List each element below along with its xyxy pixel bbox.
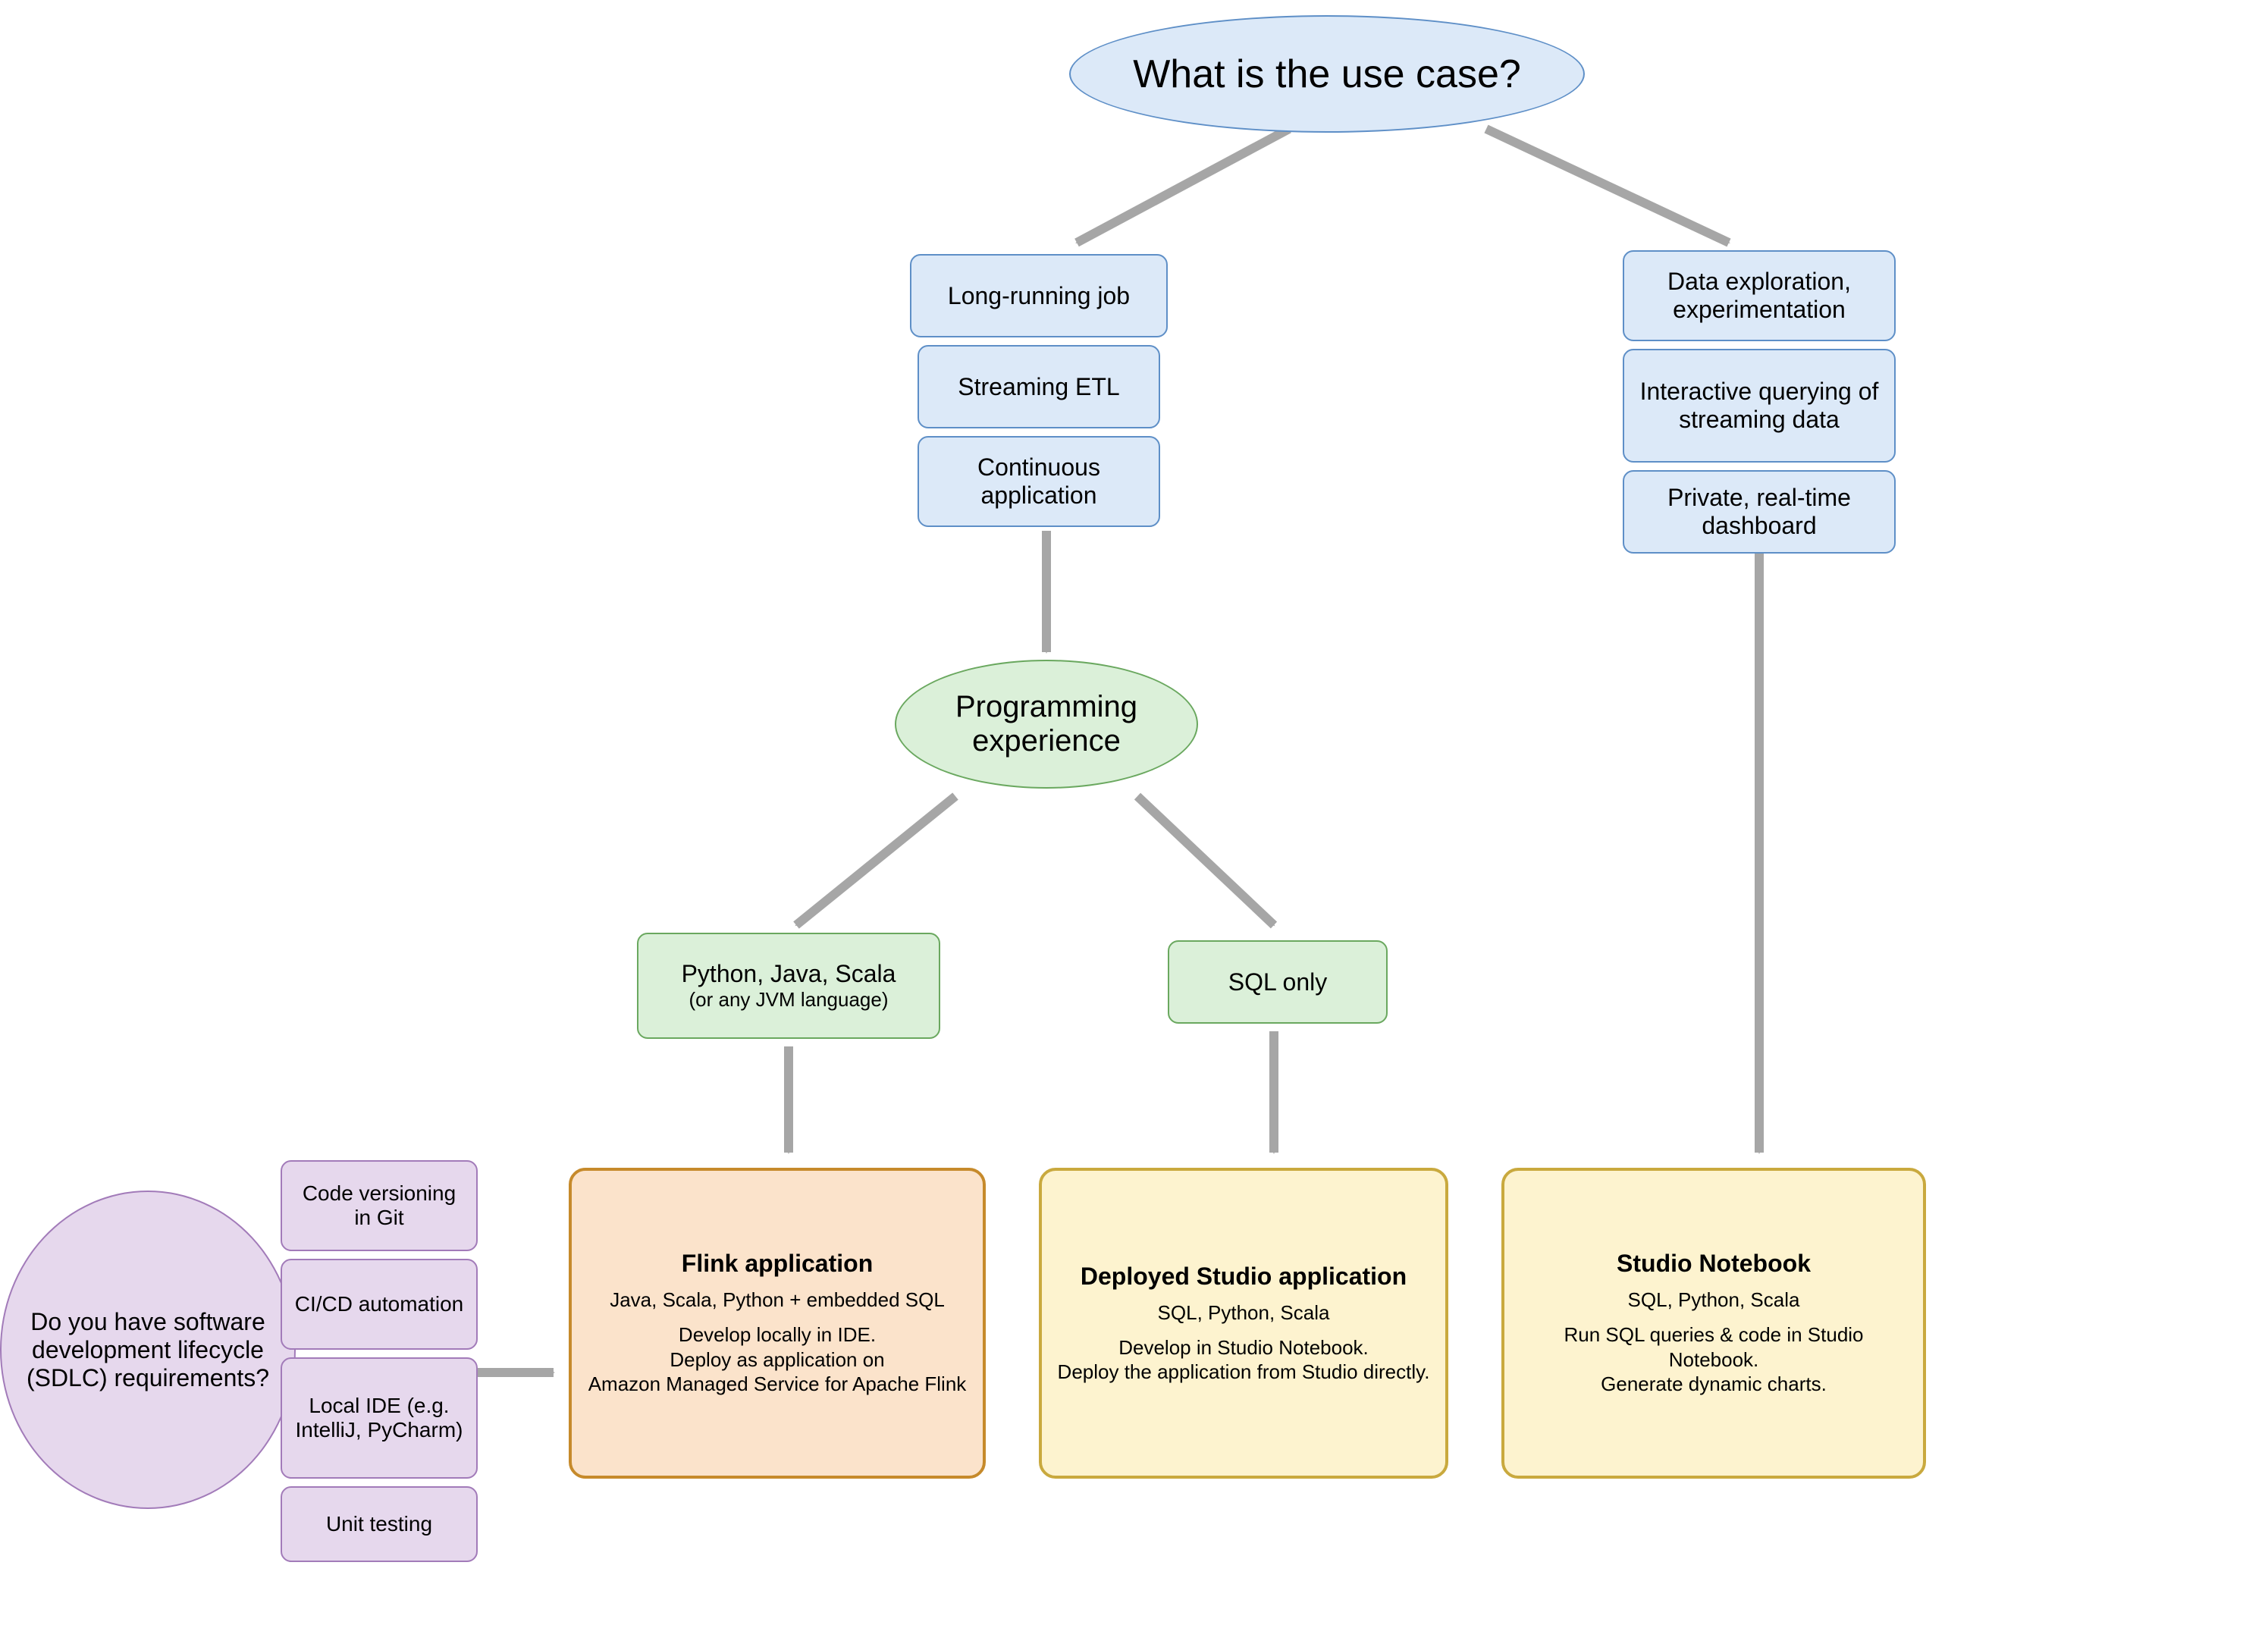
use-case-streaming-etl: Streaming ETL (918, 345, 1160, 428)
result-deployed-desc: Develop in Studio Notebook. Deploy the a… (1058, 1335, 1430, 1385)
sdlc-unit-testing: Unit testing (281, 1486, 478, 1562)
programming-experience: Programming experience (895, 660, 1198, 789)
result-flink-desc: Develop locally in IDE. Deploy as applic… (588, 1322, 967, 1397)
root-question: What is the use case? (1069, 15, 1585, 133)
use-case-dashboard: Private, real-time dashboard (1623, 470, 1896, 554)
use-case-data-exploration: Data exploration, experimentation (1623, 250, 1896, 341)
use-case-interactive-query: Interactive querying of streaming data (1623, 349, 1896, 463)
lang-python-java-scala: Python, Java, Scala (or any JVM language… (637, 933, 940, 1039)
result-flink-application: Flink application Java, Scala, Python + … (569, 1168, 986, 1479)
result-notebook-desc: Run SQL queries & code in Studio Noteboo… (1517, 1322, 1911, 1397)
sdlc-cicd: CI/CD automation (281, 1259, 478, 1350)
lang-sql-only: SQL only (1168, 940, 1388, 1024)
use-case-continuous-app: Continuous application (918, 436, 1160, 527)
root-question-label: What is the use case? (1133, 52, 1521, 97)
result-studio-notebook: Studio Notebook SQL, Python, Scala Run S… (1501, 1168, 1926, 1479)
use-case-long-running: Long-running job (910, 254, 1168, 337)
sdlc-question: Do you have software development lifecyc… (0, 1191, 296, 1509)
sdlc-ide: Local IDE (e.g. IntelliJ, PyCharm) (281, 1357, 478, 1479)
result-deployed-studio: Deployed Studio application SQL, Python,… (1039, 1168, 1448, 1479)
sdlc-git: Code versioning in Git (281, 1160, 478, 1251)
